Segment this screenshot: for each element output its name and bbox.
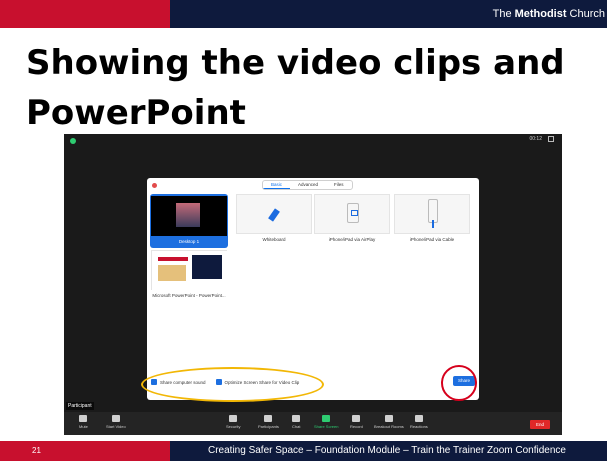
toolbar-share-screen[interactable]: Share Screen: [314, 415, 338, 429]
microphone-icon: [79, 415, 88, 422]
zoom-top-row: 00:12: [64, 134, 562, 148]
toolbar-label: Share Screen: [314, 424, 339, 429]
footer-text: Creating Safer Space – Foundation Module…: [170, 441, 607, 461]
share-tile-powerpoint[interactable]: Microsoft PowerPoint - PowerPoint...: [150, 250, 228, 304]
tile-label: Desktop 1: [178, 239, 200, 244]
org-suffix: Church: [569, 8, 605, 20]
tile-label: iPhone/iPad via Cable: [409, 237, 455, 242]
tab-files[interactable]: Files: [326, 181, 352, 189]
participant-label: Participant: [66, 402, 94, 410]
toolbar-label: Reactions: [410, 424, 428, 429]
end-button[interactable]: End: [530, 420, 550, 429]
title-line-1: Showing the video clips and: [26, 43, 565, 83]
pen-icon: [268, 208, 280, 222]
page-title: Showing the video clips and PowerPoint: [26, 38, 586, 138]
org-prefix: The: [492, 8, 512, 20]
ppt-image-left: [158, 265, 186, 281]
share-tile-desktop[interactable]: Desktop 1: [150, 194, 228, 248]
toolbar-label: Chat: [292, 424, 301, 429]
footer-bar: 21 Creating Safer Space – Foundation Mod…: [0, 441, 607, 461]
tile-label: iPhone/iPad via AirPlay: [328, 237, 376, 242]
ppt-image-right: [192, 255, 222, 279]
desktop-image: [176, 203, 200, 227]
toolbar-reactions[interactable]: Reactions: [410, 415, 428, 429]
toolbar-label: Security: [226, 424, 241, 429]
toolbar-security[interactable]: Security: [226, 415, 240, 429]
share-tile-cable[interactable]: iPhone/iPad via Cable: [393, 194, 471, 248]
shield-icon: [229, 415, 238, 422]
share-screen-icon: [322, 415, 331, 422]
toolbar-label: Mute: [79, 424, 88, 429]
airplay-thumbnail: [314, 194, 390, 234]
toolbar-breakout[interactable]: Breakout Rooms: [374, 415, 404, 429]
share-dialog: Basic Advanced Files Desktop 1 Whiteboar…: [147, 178, 479, 400]
desktop-thumbnail: [151, 196, 227, 236]
toolbar-label: Start Video: [106, 424, 126, 429]
toolbar-chat[interactable]: Chat: [292, 415, 300, 429]
ppt-red-bar: [158, 257, 188, 261]
airplay-icon: [347, 203, 359, 223]
toolbar-label: Record: [350, 424, 363, 429]
cable-icon: [428, 199, 438, 228]
tab-basic[interactable]: Basic: [263, 181, 291, 189]
highlight-circle: [441, 365, 477, 401]
meeting-toolbar: Mute Start Video Security Participants C…: [64, 412, 562, 435]
toolbar-participants[interactable]: Participants: [258, 415, 279, 429]
share-tile-whiteboard[interactable]: Whiteboard: [235, 194, 313, 248]
header-red-block: [0, 0, 170, 28]
whiteboard-thumbnail: [236, 194, 312, 234]
participants-icon: [264, 415, 273, 422]
tile-label: Whiteboard: [262, 237, 286, 242]
cable-thumbnail: [394, 194, 470, 234]
tile-label: Microsoft PowerPoint - PowerPoint...: [152, 293, 226, 298]
close-icon[interactable]: [152, 183, 157, 188]
timer: 00:12: [529, 136, 542, 142]
chat-icon: [292, 415, 301, 422]
share-tabs: Basic Advanced Files: [262, 180, 353, 190]
header-bar: The Methodist Church: [0, 0, 607, 28]
toolbar-record[interactable]: Record: [350, 415, 363, 429]
org-bold: Methodist: [514, 8, 567, 20]
toolbar-start-video[interactable]: Start Video: [106, 415, 126, 429]
ppt-preview: [152, 251, 228, 291]
highlight-ellipse: [141, 367, 324, 402]
security-indicator-icon: [70, 138, 76, 144]
toolbar-label: Participants: [258, 424, 279, 429]
video-icon: [111, 415, 120, 422]
reactions-icon: [414, 415, 423, 422]
toolbar-mute[interactable]: Mute: [79, 415, 88, 429]
slide: The Methodist Church Showing the video c…: [0, 0, 607, 461]
toolbar-label: Breakout Rooms: [374, 424, 404, 429]
powerpoint-thumbnail: [151, 250, 228, 291]
record-icon: [352, 415, 361, 422]
title-line-2: PowerPoint: [26, 93, 246, 133]
zoom-top-right: 00:12: [529, 136, 554, 142]
header-org: The Methodist Church: [170, 0, 607, 28]
page-number: 21: [0, 441, 170, 461]
tab-advanced[interactable]: Advanced: [290, 181, 326, 189]
fullscreen-icon[interactable]: [548, 136, 554, 142]
share-tile-airplay[interactable]: iPhone/iPad via AirPlay: [313, 194, 391, 248]
breakout-icon: [384, 415, 393, 422]
